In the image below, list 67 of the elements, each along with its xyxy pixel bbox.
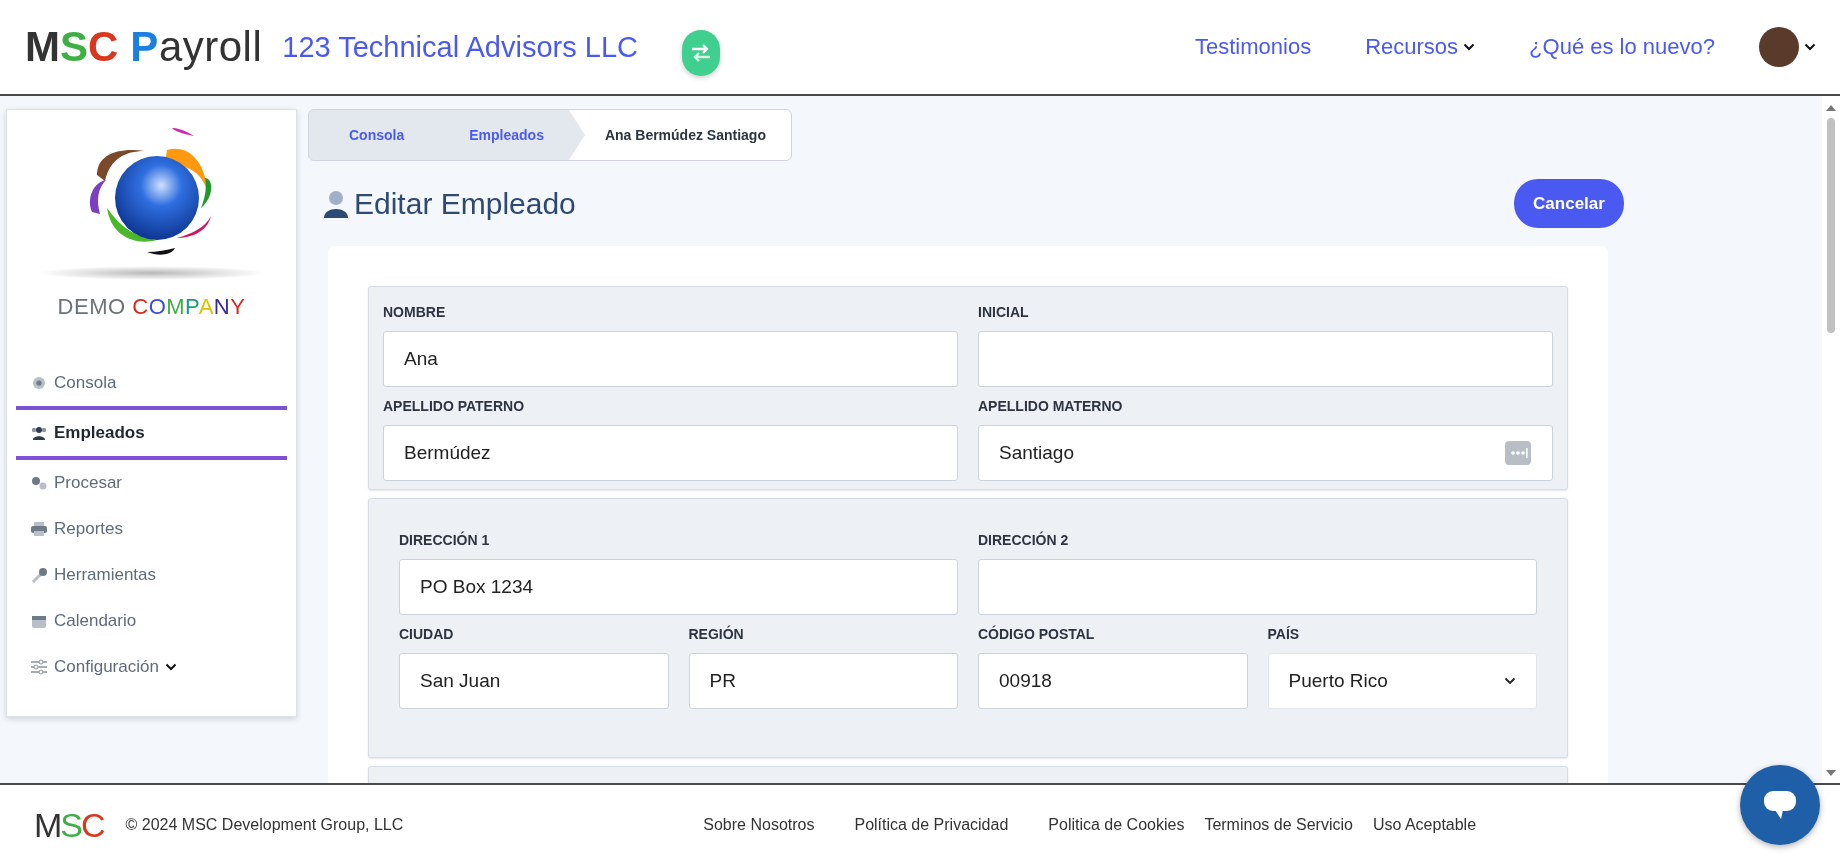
field-label: PAÍS bbox=[1267, 625, 1301, 644]
text-field[interactable]: Santiago bbox=[978, 425, 1553, 481]
chat-bubble-icon bbox=[1763, 790, 1797, 820]
field-label: INICIAL bbox=[978, 303, 1030, 322]
sidebar-menu-item[interactable]: Empleados bbox=[16, 406, 287, 460]
field-label: CIUDAD bbox=[399, 625, 455, 644]
field-label: DIRECCIÓN 1 bbox=[399, 530, 491, 550]
footer-link[interactable]: Uso Aceptable bbox=[1372, 815, 1477, 834]
gear-icon bbox=[30, 375, 48, 391]
autofill-icon[interactable] bbox=[1505, 441, 1531, 465]
sidebar-menu-item[interactable]: Configuración bbox=[16, 644, 287, 690]
sidebar-menu-item[interactable]: Reportes bbox=[16, 506, 287, 552]
country-select[interactable]: Puerto Rico bbox=[1267, 653, 1537, 709]
footer-link[interactable]: Politica de Cookies bbox=[1048, 815, 1185, 834]
nav-link[interactable]: Recursos bbox=[1365, 34, 1476, 60]
text-field[interactable]: PR bbox=[688, 653, 958, 709]
footer-link[interactable]: Política de Privacidad bbox=[854, 815, 1009, 834]
payroll-logo[interactable]: MSC Payroll bbox=[25, 23, 263, 71]
text-field[interactable]: San Juan bbox=[399, 653, 669, 709]
footer-logo[interactable]: MSC bbox=[34, 807, 104, 842]
nav-link[interactable]: Testimonios bbox=[1195, 34, 1312, 60]
scroll-down-icon[interactable] bbox=[1826, 769, 1836, 777]
users-icon bbox=[30, 425, 48, 441]
text-field[interactable]: 00918 bbox=[978, 653, 1248, 709]
cancel-button[interactable]: Cancelar bbox=[1514, 179, 1624, 228]
text-field[interactable]: Ana bbox=[383, 331, 958, 387]
swap-arrows-icon bbox=[690, 43, 712, 63]
avatar-placeholder[interactable] bbox=[1759, 27, 1799, 67]
chevron-down-icon bbox=[1463, 43, 1476, 51]
chevron-down-icon bbox=[1504, 677, 1516, 685]
field-label: APELLIDO MATERNO bbox=[978, 397, 1124, 416]
scrollbar-thumb[interactable] bbox=[1827, 118, 1835, 333]
text-field[interactable]: PO Box 1234 bbox=[399, 559, 958, 615]
wrench-icon bbox=[30, 567, 48, 583]
text-field[interactable]: Bermúdez bbox=[383, 425, 958, 481]
field-label: CÓDIGO POSTAL bbox=[978, 624, 1096, 644]
footer-link[interactable]: Sobre Nosotros bbox=[703, 815, 815, 834]
chat-button[interactable] bbox=[1740, 765, 1820, 845]
page-title: Editar Empleado bbox=[324, 186, 576, 221]
sliders-icon bbox=[30, 659, 48, 675]
nav-link[interactable]: ¿Qué es lo nuevo? bbox=[1529, 34, 1715, 60]
breadcrumb-link[interactable]: Empleados bbox=[429, 110, 569, 160]
scroll-up-icon[interactable] bbox=[1826, 104, 1836, 112]
company-logo-text: DEMO COMPANY bbox=[57, 294, 246, 320]
calendar-icon bbox=[30, 613, 48, 629]
gears-icon bbox=[30, 475, 48, 491]
field-label: APELLIDO PATERNO bbox=[383, 397, 526, 416]
copyright-text: © 2024 MSC Development Group, LLC bbox=[125, 815, 404, 834]
chevron-down-icon bbox=[164, 663, 177, 671]
chevron-down-icon[interactable] bbox=[1804, 43, 1816, 51]
breadcrumb-link[interactable]: Ana Bermúdez Santiago bbox=[568, 110, 791, 160]
printer-icon bbox=[30, 521, 48, 537]
field-label: NOMBRE bbox=[383, 303, 447, 322]
scrollbar[interactable] bbox=[1822, 96, 1840, 783]
sidebar-menu-item[interactable]: Herramientas bbox=[16, 552, 287, 598]
field-label: DIRECCIÓN 2 bbox=[978, 530, 1070, 550]
text-field[interactable] bbox=[978, 331, 1553, 387]
text-field[interactable] bbox=[978, 559, 1537, 615]
footer-link[interactable]: Terminos de Servicio bbox=[1204, 815, 1353, 834]
sidebar-menu-item[interactable]: Procesar bbox=[16, 460, 287, 506]
sidebar-menu-item[interactable]: Calendario bbox=[16, 598, 287, 644]
breadcrumb-link[interactable]: Consola bbox=[309, 110, 430, 160]
user-icon bbox=[324, 189, 348, 218]
sidebar-menu-item[interactable]: Consola bbox=[16, 360, 287, 406]
switch-company-button[interactable] bbox=[682, 30, 720, 76]
field-label: REGIÓN bbox=[688, 624, 745, 644]
company-name: 123 Technical Advisors LLC bbox=[282, 30, 638, 64]
